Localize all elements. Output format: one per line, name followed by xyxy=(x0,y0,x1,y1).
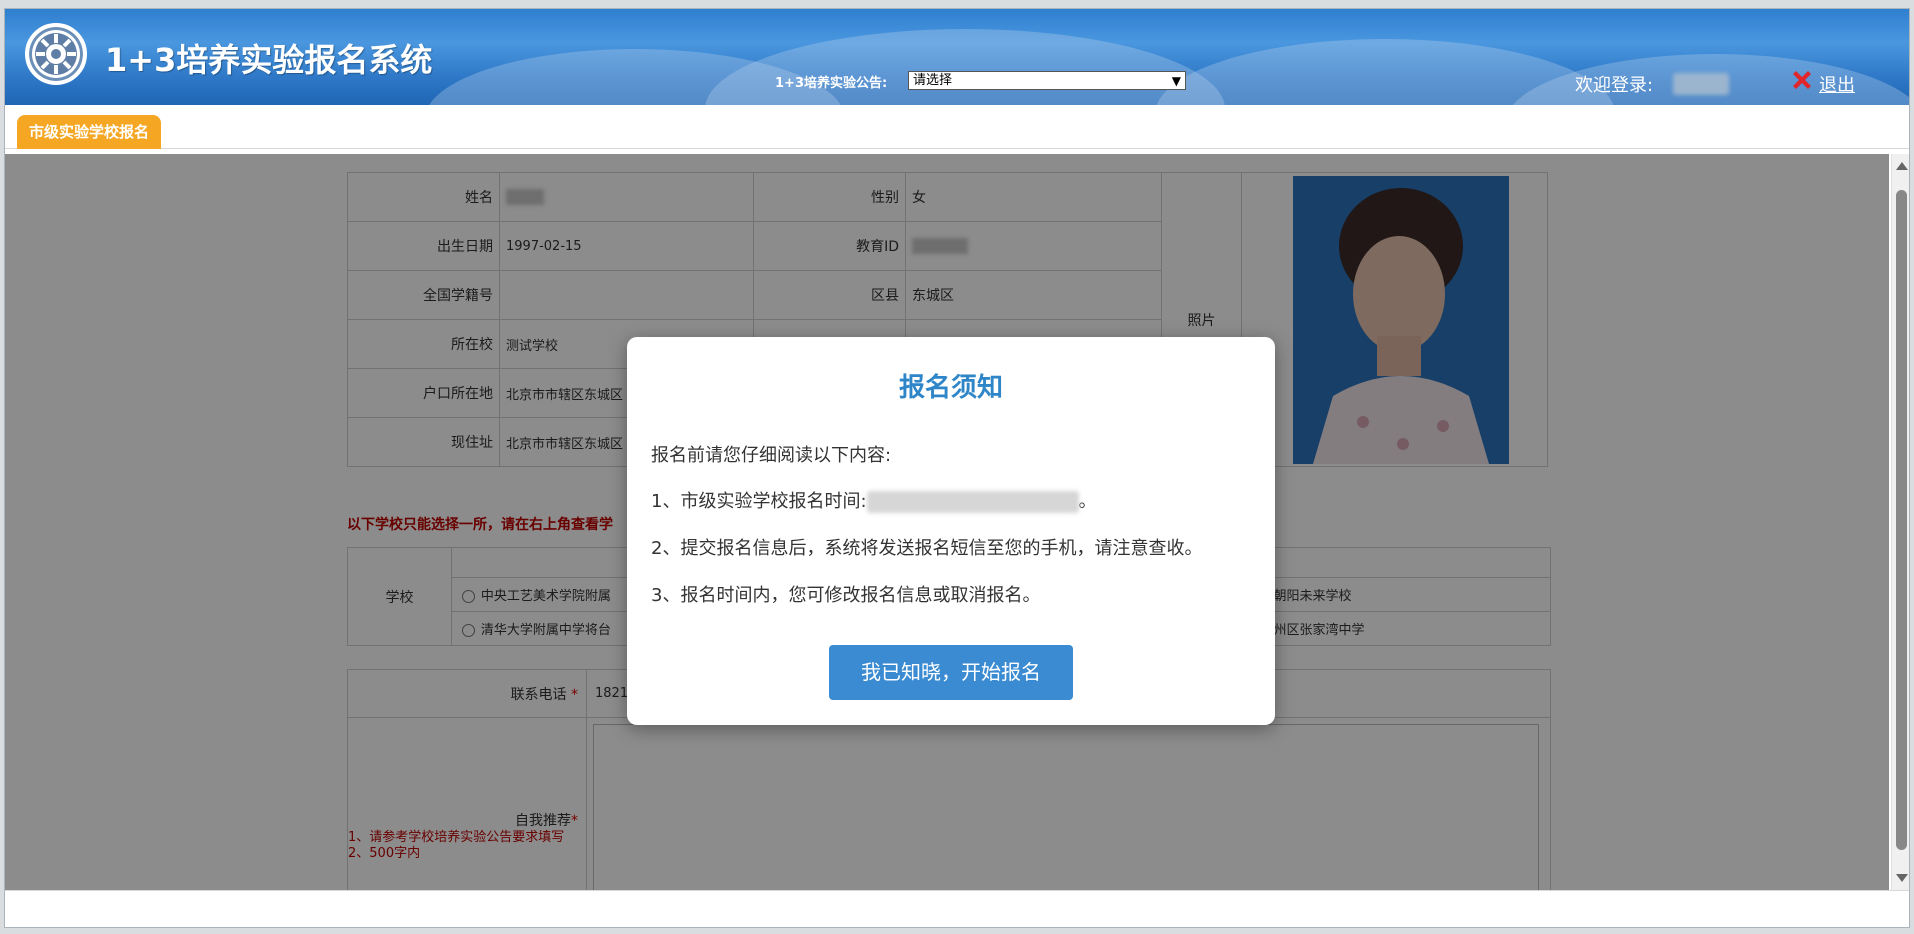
registration-time-redacted xyxy=(866,491,1079,513)
modal-item-1-text: 1、市级实验学校报名时间: xyxy=(651,491,867,512)
modal-item-1-suffix: 。 xyxy=(1078,491,1097,512)
close-icon[interactable] xyxy=(1789,67,1815,93)
scrollbar[interactable] xyxy=(1891,154,1909,890)
notice-select[interactable]: 请选择 ▼ xyxy=(908,71,1186,90)
scroll-thumb[interactable] xyxy=(1896,190,1907,850)
system-title: 1+3培养实验报名系统 xyxy=(105,41,433,79)
welcome-label: 欢迎登录: xyxy=(1575,75,1654,96)
footer-bar xyxy=(5,890,1909,927)
notice-label: 1+3培养实验公告: xyxy=(775,76,888,91)
notice-modal: 报名须知 报名前请您仔细阅读以下内容: 1、市级实验学校报名时间: 。 2、提交报… xyxy=(627,337,1275,725)
app-window: 1+3培养实验报名系统 1+3培养实验公告: 请选择 ▼ 欢迎登录: 退出 市级… xyxy=(4,8,1910,928)
scroll-up-icon[interactable] xyxy=(1896,162,1908,170)
chevron-down-icon: ▼ xyxy=(1171,74,1181,88)
modal-item-1: 1、市级实验学校报名时间: 。 xyxy=(651,487,1097,513)
app-header: 1+3培养实验报名系统 1+3培养实验公告: 请选择 ▼ 欢迎登录: 退出 xyxy=(5,9,1909,105)
header-decoration xyxy=(705,29,1225,105)
username-redacted xyxy=(1673,73,1729,95)
tab-bar: 市级实验学校报名 xyxy=(5,105,1909,149)
tab-city-school-registration[interactable]: 市级实验学校报名 xyxy=(17,115,162,149)
modal-item-2: 2、提交报名信息后，系统将发送报名短信至您的手机，请注意查收。 xyxy=(651,538,1203,559)
scroll-down-icon[interactable] xyxy=(1896,874,1908,882)
logo-icon xyxy=(25,23,87,85)
notice-select-value: 请选择 xyxy=(913,73,953,88)
browser-frame: 1+3培养实验报名系统 1+3培养实验公告: 请选择 ▼ 欢迎登录: 退出 市级… xyxy=(0,0,1914,934)
start-registration-button[interactable]: 我已知晓，开始报名 xyxy=(829,645,1073,700)
modal-item-3: 3、报名时间内，您可修改报名信息或取消报名。 xyxy=(651,585,1041,606)
modal-intro: 报名前请您仔细阅读以下内容: xyxy=(651,445,892,466)
modal-title: 报名须知 xyxy=(898,373,1003,403)
logout-link[interactable]: 退出 xyxy=(1819,71,1855,97)
